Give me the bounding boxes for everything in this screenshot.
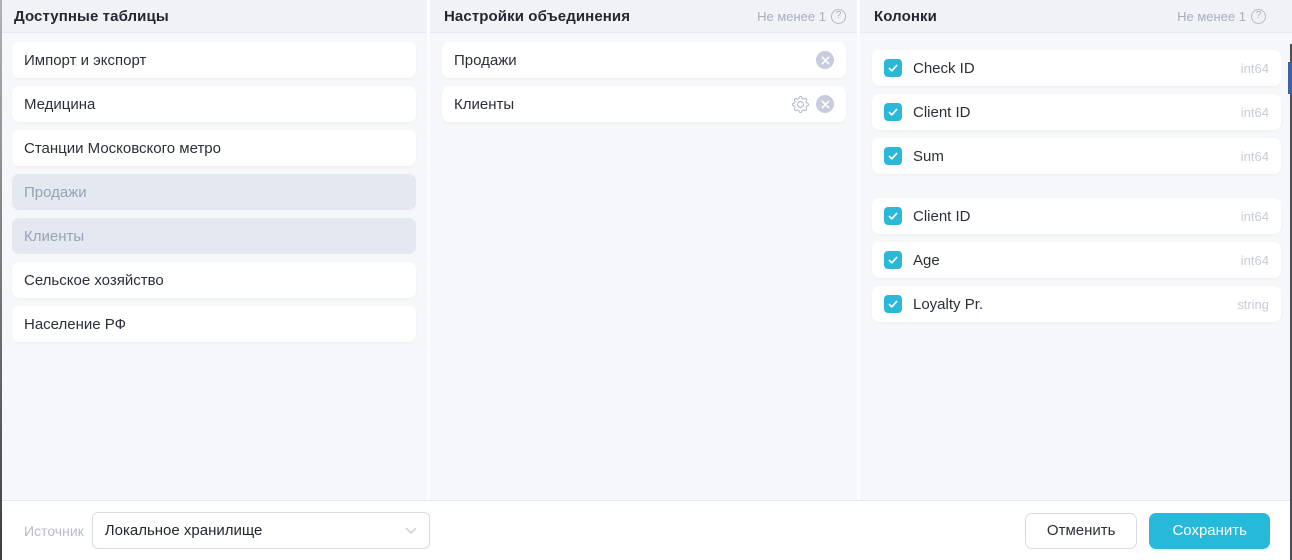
field-checkbox[interactable] — [884, 103, 902, 121]
table-list-item[interactable]: Продажи — [12, 174, 416, 210]
field-checkbox[interactable] — [884, 251, 902, 269]
column-field-row[interactable]: Check ID int64 — [872, 50, 1281, 86]
table-list-item[interactable]: Население РФ — [12, 306, 416, 342]
join-item-actions — [791, 95, 834, 113]
dataset-join-dialog: Доступные таблицы Импорт и экспорт Медиц… — [0, 0, 1292, 560]
column-field-row[interactable]: Client ID int64 — [872, 94, 1281, 130]
panel-title: Настройки объединения — [444, 8, 630, 25]
field-name: Age — [913, 252, 1241, 269]
panel-available-tables: Доступные таблицы Импорт и экспорт Медиц… — [0, 0, 430, 500]
join-list-item[interactable]: Продажи — [442, 42, 846, 78]
field-name: Client ID — [913, 208, 1241, 225]
window-left-edge — [0, 0, 2, 560]
field-type: int64 — [1241, 149, 1269, 164]
join-items-list: Продажи Клиенты — [430, 33, 857, 130]
available-tables-list: Импорт и экспорт Медицина Станции Москов… — [0, 33, 427, 350]
source-select[interactable]: Локальное хранилище — [92, 512, 430, 549]
panel-title: Колонки — [874, 8, 937, 25]
column-field-row[interactable]: Client ID int64 — [872, 198, 1281, 234]
panel-columns: Колонки Не менее 1 ? — [860, 0, 1292, 500]
source-label: Источник — [24, 523, 84, 539]
panel-join-settings: Настройки объединения Не менее 1 ? Прода… — [430, 0, 860, 500]
columns-list: Check ID int64 Client ID int64 — [860, 33, 1292, 330]
min-requirement-badge: Не менее 1 ? — [1177, 9, 1266, 24]
field-type: int64 — [1241, 209, 1269, 224]
table-name: Сельское хозяйство — [24, 272, 404, 289]
remove-table-icon[interactable] — [816, 95, 834, 113]
field-name: Loyalty Pr. — [913, 296, 1237, 313]
panel-title: Доступные таблицы — [14, 8, 169, 25]
join-item-actions — [816, 51, 834, 69]
footer-buttons: Отменить Сохранить — [1025, 513, 1270, 549]
table-name: Клиенты — [24, 228, 404, 245]
cancel-button[interactable]: Отменить — [1025, 513, 1138, 549]
field-type: int64 — [1241, 105, 1269, 120]
field-type: string — [1237, 297, 1269, 312]
field-type: int64 — [1241, 61, 1269, 76]
table-name: Продажи — [24, 184, 404, 201]
table-name: Импорт и экспорт — [24, 52, 404, 69]
field-name: Client ID — [913, 104, 1241, 121]
badge-text: Не менее 1 — [1177, 9, 1246, 24]
field-checkbox[interactable] — [884, 295, 902, 313]
table-list-item[interactable]: Импорт и экспорт — [12, 42, 416, 78]
field-group-sales: Check ID int64 Client ID int64 — [872, 50, 1281, 174]
help-icon[interactable]: ? — [1251, 9, 1266, 24]
columns-header: Колонки Не менее 1 ? — [860, 0, 1292, 33]
join-table-name: Продажи — [454, 52, 816, 69]
join-settings-header: Настройки объединения Не менее 1 ? — [430, 0, 857, 33]
table-list-item[interactable]: Клиенты — [12, 218, 416, 254]
table-name: Население РФ — [24, 316, 404, 333]
save-button[interactable]: Сохранить — [1149, 513, 1270, 549]
table-list-item[interactable]: Станции Московского метро — [12, 130, 416, 166]
join-table-name: Клиенты — [454, 96, 791, 113]
column-field-row[interactable]: Sum int64 — [872, 138, 1281, 174]
panels-container: Доступные таблицы Импорт и экспорт Медиц… — [0, 0, 1292, 500]
field-type: int64 — [1241, 253, 1269, 268]
table-list-item[interactable]: Медицина — [12, 86, 416, 122]
join-list-item[interactable]: Клиенты — [442, 86, 846, 122]
column-field-row[interactable]: Age int64 — [872, 242, 1281, 278]
field-checkbox[interactable] — [884, 207, 902, 225]
table-name: Станции Московского метро — [24, 140, 404, 157]
column-field-row[interactable]: Loyalty Pr. string — [872, 286, 1281, 322]
chevron-down-icon — [405, 527, 417, 535]
field-name: Sum — [913, 148, 1241, 165]
join-settings-gear-icon[interactable] — [791, 95, 809, 113]
available-tables-header: Доступные таблицы — [0, 0, 427, 33]
field-checkbox[interactable] — [884, 147, 902, 165]
source-select-value: Локальное хранилище — [105, 522, 263, 539]
badge-text: Не менее 1 — [757, 9, 826, 24]
dialog-footer: Источник Локальное хранилище Отменить Со… — [0, 500, 1292, 560]
remove-table-icon[interactable] — [816, 51, 834, 69]
table-list-item[interactable]: Сельское хозяйство — [12, 262, 416, 298]
scrollbar-thumb[interactable] — [1288, 62, 1292, 94]
field-checkbox[interactable] — [884, 59, 902, 77]
table-name: Медицина — [24, 96, 404, 113]
field-group-clients: Client ID int64 Age int64 — [872, 198, 1281, 322]
help-icon[interactable]: ? — [831, 9, 846, 24]
field-name: Check ID — [913, 60, 1241, 77]
min-requirement-badge: Не менее 1 ? — [757, 9, 846, 24]
